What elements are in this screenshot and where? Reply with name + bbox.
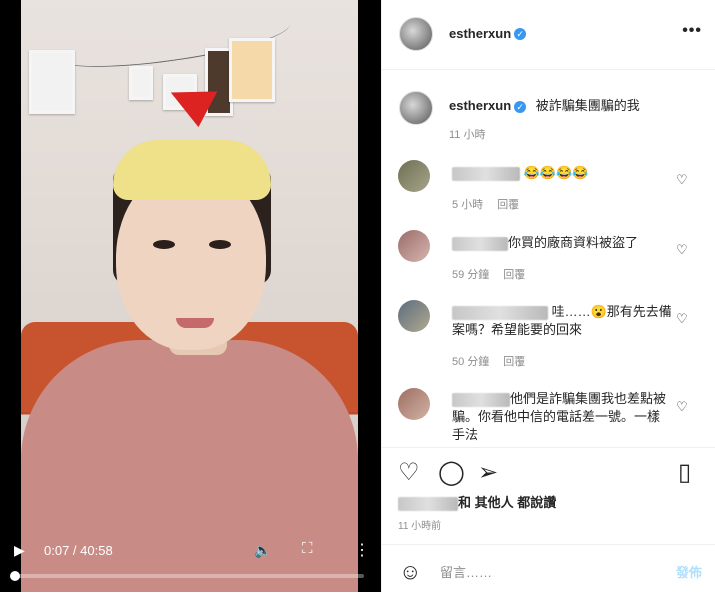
video-frame [21,0,358,592]
fullscreen-icon[interactable]: ⛶ [302,540,313,557]
post-panel: estherxun ✓ ••• estherxun ✓ 被詐騙集團騙的我 11 小時… [381,0,715,592]
comment-meta: 50 分鐘 回覆 [452,353,539,369]
heart-icon[interactable]: ♡ [676,311,690,326]
video-controls: ▶ 0:07 / 40:58 🔈 ⛶ ⋮ [0,528,381,592]
comment-meta: 5 小時 回覆 [452,196,533,212]
blurred-username[interactable] [452,236,508,251]
emoji-icon[interactable]: ☺ [399,559,421,585]
avatar[interactable] [399,91,433,125]
comment-icon[interactable]: ◯ [438,458,465,487]
person-eye [209,240,231,249]
post-button[interactable]: 發佈 [676,562,702,581]
caption-time: 11 小時 [449,129,486,141]
header-user[interactable]: estherxun ✓ [449,25,527,43]
comment-text: 他們是詐騙集團我也差點被騙。你看他中信的電話差一號。一樣手法 [452,390,672,444]
more-options-button[interactable]: ••• [682,22,702,40]
more-vertical-icon[interactable]: ⋮ [354,540,370,560]
heart-icon[interactable]: ♡ [676,399,690,414]
comment-time: 50 分鐘 [452,356,490,368]
comment-text: 你買的廠商資料被盜了 [452,234,672,252]
reply-button[interactable]: 回覆 [503,269,525,281]
heart-icon[interactable]: ♡ [676,242,690,257]
heart-icon[interactable]: ♡ [676,172,690,187]
progress-bar[interactable] [10,571,364,581]
video-player[interactable]: ▶ 0:07 / 40:58 🔈 ⛶ ⋮ [0,0,381,592]
comment-body: 你買的廠商資料被盜了 [508,235,639,250]
caption: estherxun ✓ 被詐騙集團騙的我 [449,95,640,114]
likes-text[interactable]: 和 其他人 都說讚 [458,495,556,510]
comment-input[interactable]: 留言…… [440,562,492,581]
comment-time: 59 分鐘 [452,269,490,281]
blurred-username[interactable] [398,496,458,511]
wall-photo [229,38,275,102]
heart-icon[interactable]: ♡ [398,458,420,487]
post-header: estherxun ✓ ••• [382,0,715,70]
wall-photo [129,66,153,100]
avatar[interactable] [399,17,433,51]
avatar[interactable] [398,230,430,262]
add-comment-bar: ☺ 留言…… 發佈 [382,544,715,593]
bookmark-icon[interactable]: ▯ [678,458,691,487]
play-icon[interactable]: ▶ [14,542,25,559]
post-actions: ♡ ◯ ➢ ▯ [382,447,715,488]
username[interactable]: estherxun [449,98,511,113]
blurred-username[interactable] [452,392,510,407]
blurred-username[interactable] [452,305,548,320]
caption-text: 被詐騙集團騙的我 [535,98,640,113]
reply-button[interactable]: 回覆 [503,356,525,368]
wall-photo [29,50,75,114]
comment-meta: 59 分鐘 回覆 [452,266,539,282]
comment-time: 5 小時 [452,199,484,211]
person-eye [153,240,175,249]
time-display: 0:07 / 40:58 [44,543,113,558]
comment-text: 哇……😮那有先去備案嗎？希望能要的回來 [452,303,672,339]
avatar[interactable] [398,160,430,192]
headband [113,140,271,200]
volume-icon[interactable]: 🔈 [254,542,271,559]
comment-text: 😂😂😂😂 [452,164,672,182]
verified-icon: ✓ [514,100,527,113]
avatar[interactable] [398,388,430,420]
post-time: 11 小時前 [398,521,442,532]
share-icon[interactable]: ➢ [478,458,498,487]
person-mouth [176,318,214,328]
progress-handle[interactable] [10,571,21,581]
verified-icon: ✓ [514,27,527,40]
blurred-username[interactable] [452,166,520,181]
reply-button[interactable]: 回覆 [497,199,519,211]
username[interactable]: estherxun [449,26,511,41]
comment-body: 😂😂😂😂 [523,165,589,180]
avatar[interactable] [398,300,430,332]
likes-summary[interactable]: 和 其他人 都說讚 [398,492,556,511]
